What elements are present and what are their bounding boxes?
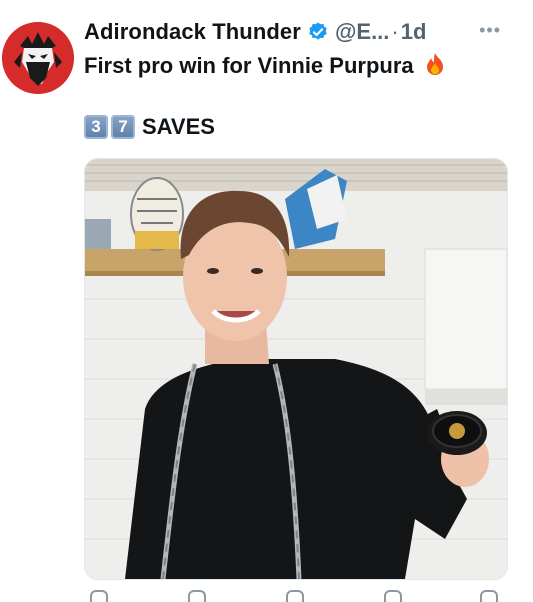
tweet-header: Adirondack Thunder @E... · 1d <box>84 16 527 48</box>
tweet-media-image[interactable] <box>84 158 508 580</box>
tweet-text-line-1: First pro win for Vinnie Purpura <box>84 52 446 82</box>
share-icon[interactable] <box>480 590 498 602</box>
thunder-logo-icon <box>2 22 74 94</box>
tweet[interactable]: Adirondack Thunder @E... · 1d ••• First … <box>0 0 533 602</box>
tweet-text: First pro win for Vinnie Purpura <box>84 53 414 78</box>
reply-icon[interactable] <box>90 590 108 602</box>
display-name[interactable]: Adirondack Thunder <box>84 19 301 45</box>
timestamp[interactable]: 1d <box>401 19 427 45</box>
views-icon[interactable] <box>384 590 402 602</box>
keycap-digit-icon: 3 <box>84 115 108 139</box>
fire-emoji-icon <box>424 52 446 82</box>
user-handle[interactable]: @E... <box>335 19 389 45</box>
avatar[interactable] <box>2 22 74 94</box>
retweet-icon[interactable] <box>188 590 206 602</box>
player-photo <box>85 159 507 579</box>
tweet-text: SAVES <box>142 114 215 139</box>
tweet-actions-bar <box>84 590 504 602</box>
tweet-text-line-2: 3 7 SAVES <box>84 114 215 140</box>
like-icon[interactable] <box>286 590 304 602</box>
more-options-icon[interactable]: ••• <box>479 20 501 41</box>
verified-badge-icon <box>307 21 329 43</box>
separator-dot: · <box>391 19 399 44</box>
keycap-digit-icon: 7 <box>111 115 135 139</box>
